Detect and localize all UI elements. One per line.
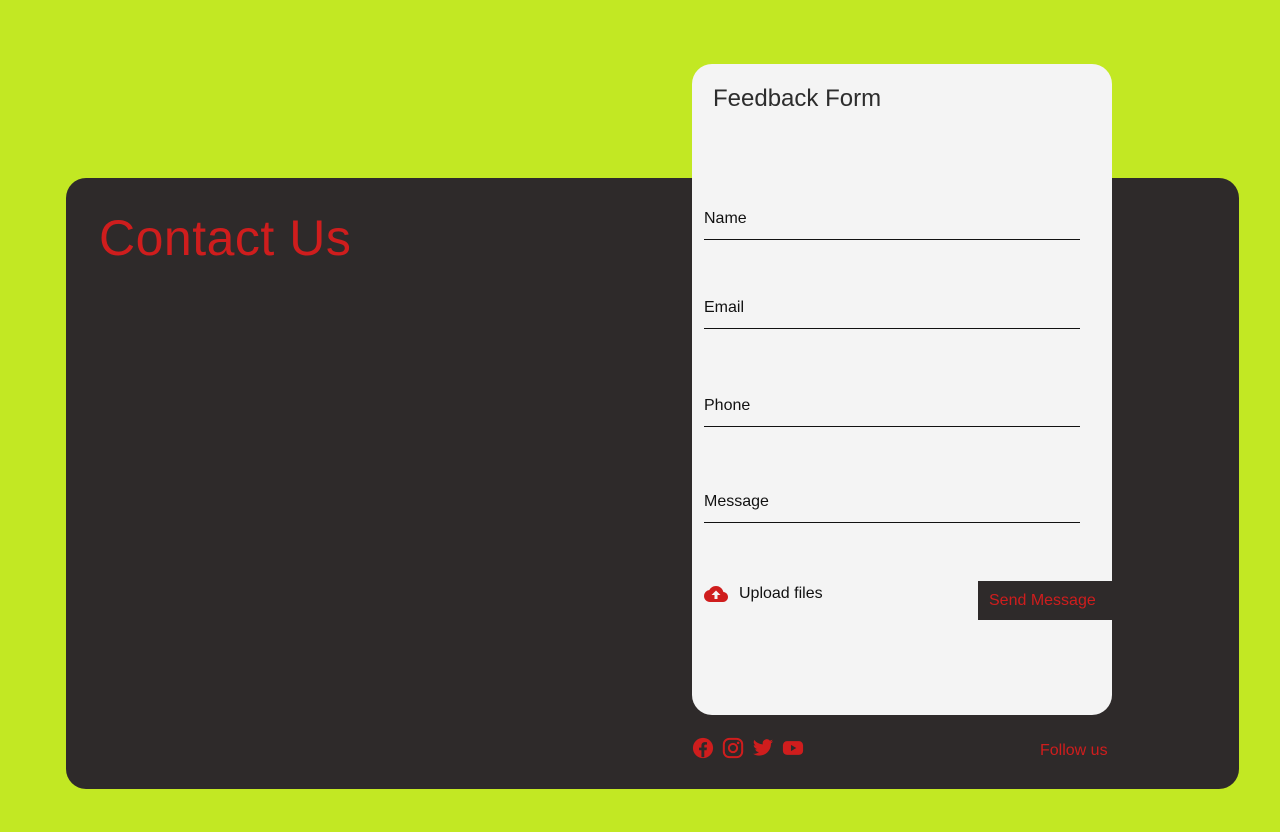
message-field[interactable]: Message	[704, 492, 1080, 523]
phone-field-label: Phone	[704, 397, 751, 414]
follow-us-label: Follow us	[1040, 742, 1108, 759]
message-field-label: Message	[704, 493, 769, 510]
form-title: Feedback Form	[713, 85, 882, 112]
page-title: Contact Us	[99, 210, 352, 266]
youtube-icon[interactable]	[782, 737, 804, 759]
feedback-form-card: Feedback Form Name Email Phone Message U…	[692, 64, 1112, 715]
name-field[interactable]: Name	[704, 209, 1080, 240]
upload-files-label: Upload files	[739, 585, 823, 602]
email-field-label: Email	[704, 299, 745, 316]
twitter-icon[interactable]	[752, 737, 774, 759]
send-message-button[interactable]: Send Message	[978, 581, 1112, 620]
facebook-icon[interactable]	[692, 737, 714, 759]
name-field-label: Name	[704, 210, 747, 227]
instagram-icon[interactable]	[722, 737, 744, 759]
email-field[interactable]: Email	[704, 298, 1080, 329]
upload-files-button[interactable]: Upload files	[704, 582, 823, 606]
phone-field[interactable]: Phone	[704, 396, 1080, 427]
cloud-upload-icon	[704, 582, 728, 606]
social-links	[692, 737, 804, 759]
